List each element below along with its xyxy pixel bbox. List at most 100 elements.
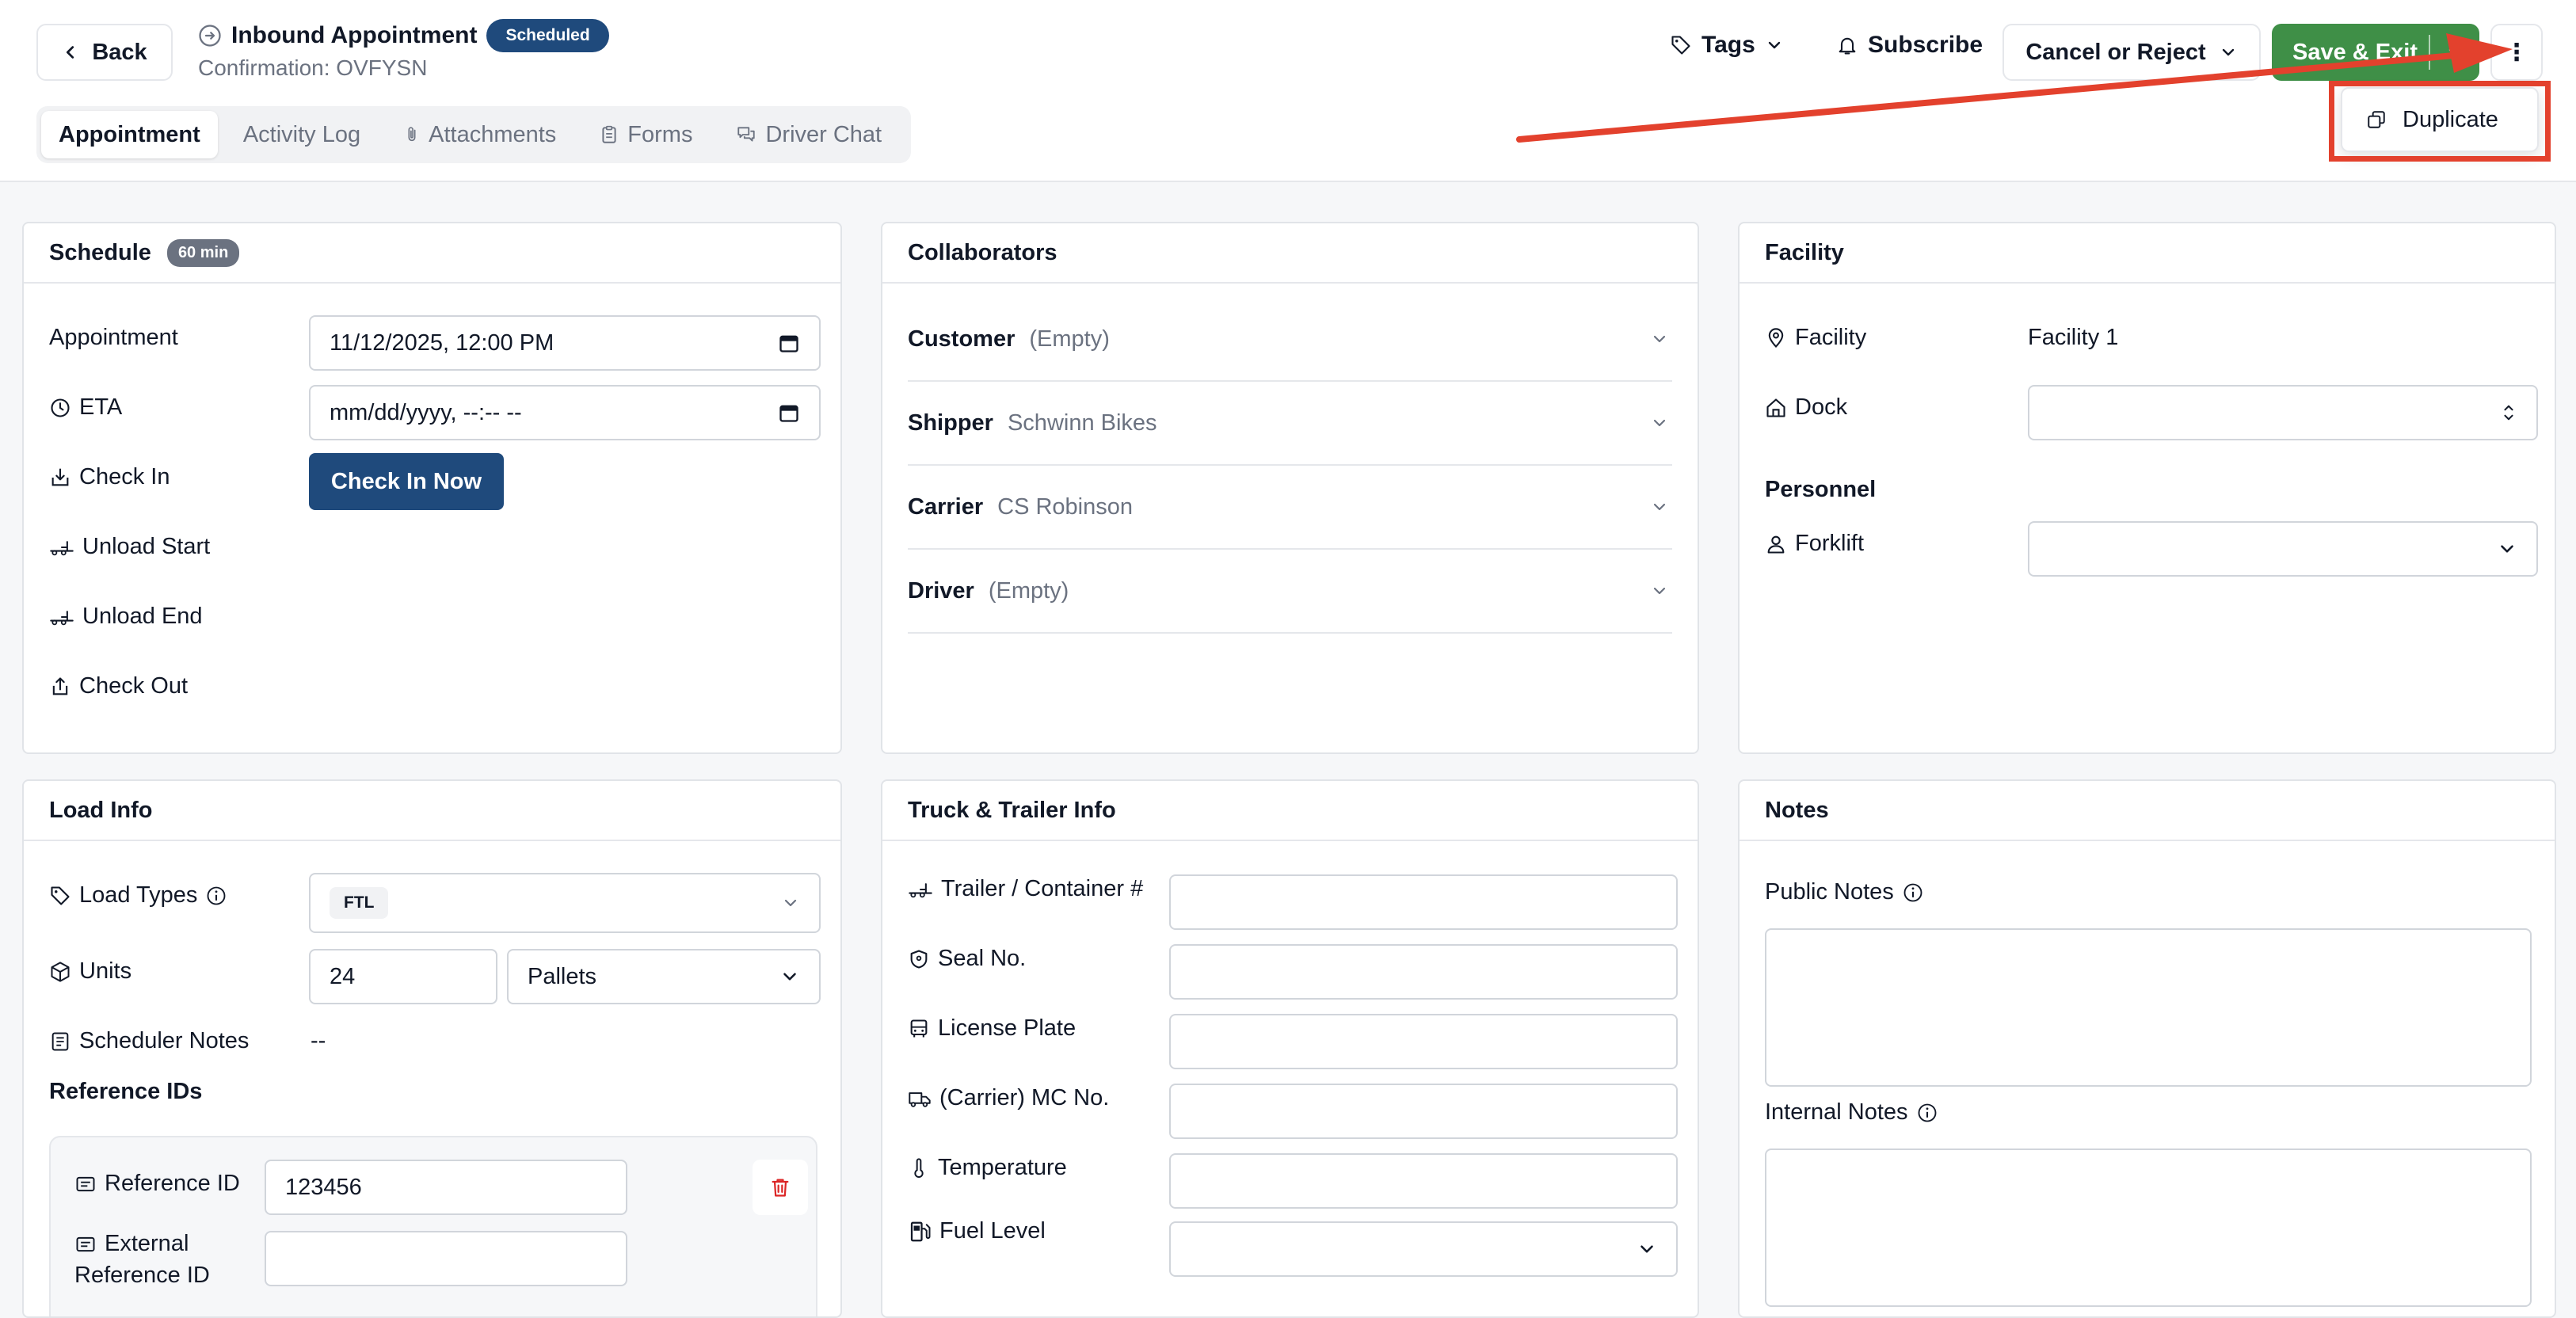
bell-icon [1839, 37, 1856, 55]
fuel-label: Fuel Level [939, 1218, 1046, 1244]
external-reference-row-line2: Reference ID [74, 1263, 210, 1289]
unload-start-label: Unload Start [82, 534, 211, 559]
check-in-now-button[interactable]: Check In Now [309, 453, 504, 510]
collaborator-driver-row[interactable]: Driver (Empty) [908, 550, 1672, 634]
forklift-select[interactable] [2028, 521, 2538, 577]
external-reference-input[interactable] [265, 1231, 627, 1286]
trailer-container-input[interactable] [1169, 874, 1678, 930]
seal-number-input[interactable] [1169, 944, 1678, 1000]
eta-datetime-input[interactable]: mm/dd/yyyy, --:-- -- [309, 385, 821, 440]
tags-dropdown[interactable]: Tags [1670, 32, 1784, 59]
checkin-row: Check In [49, 464, 170, 490]
load-types-label: Load Types [79, 882, 198, 908]
subscribe-button[interactable]: Subscribe [1836, 32, 1983, 59]
forklift-icon [909, 882, 932, 897]
tab-appointment[interactable]: Appointment [41, 111, 218, 158]
collaborator-carrier-row[interactable]: Carrier CS Robinson [908, 466, 1672, 550]
delete-reference-button[interactable] [753, 1160, 808, 1215]
tab-forms[interactable]: Forms [581, 111, 710, 158]
facility-value: Facility 1 [2028, 325, 2118, 351]
units-value: 24 [330, 963, 356, 989]
appointment-datetime-input[interactable]: 11/12/2025, 12:00 PM [309, 315, 821, 371]
checkout-label: Check Out [79, 673, 188, 699]
subscribe-label: Subscribe [1868, 32, 1983, 58]
appointment-label: Appointment [49, 325, 178, 350]
back-button[interactable]: Back [36, 24, 173, 81]
seal-row: Seal No. [908, 946, 1026, 972]
public-notes-textarea[interactable] [1765, 928, 2532, 1087]
facility-value-text: Facility 1 [2028, 325, 2119, 350]
units-type-value: Pallets [528, 963, 597, 989]
reference-id-row: Reference ID [74, 1171, 240, 1197]
page-title-row: Inbound Appointment Scheduled [198, 19, 609, 52]
collaborator-value: (Empty) [1029, 326, 1110, 352]
id-card-icon [76, 1236, 95, 1251]
public-notes-label: Public Notes [1765, 879, 1894, 905]
temperature-label: Temperature [938, 1155, 1067, 1180]
download-box-icon [51, 467, 69, 486]
tag-icon [51, 886, 70, 905]
reference-id-input[interactable]: 123456 [265, 1160, 627, 1215]
trailer-label: Trailer / Container # [941, 876, 1144, 901]
chevron-down-icon [1653, 503, 1666, 511]
eta-row: ETA [49, 394, 122, 421]
scheduler-notes-text: -- [311, 1028, 326, 1053]
scheduler-notes-label: Scheduler Notes [79, 1028, 250, 1053]
tab-activity-log[interactable]: Activity Log [226, 111, 378, 158]
units-type-select[interactable]: Pallets [507, 949, 821, 1004]
duplicate-menu-item[interactable]: Duplicate [2341, 87, 2539, 152]
tab-label: Driver Chat [765, 121, 882, 147]
save-and-exit-button[interactable]: Save & Exit [2272, 24, 2479, 81]
load-type-chip: FTL [330, 887, 389, 919]
load-types-select[interactable]: FTL [309, 873, 821, 933]
external-reference-row: External [74, 1231, 189, 1257]
info-icon[interactable] [1916, 1102, 1938, 1124]
collaborators-header: Collaborators [882, 223, 1698, 284]
temperature-row: Temperature [908, 1155, 1067, 1181]
reference-ids-heading: Reference IDs [49, 1079, 203, 1104]
license-row: License Plate [908, 1015, 1076, 1042]
carrier-mc-input[interactable] [1169, 1084, 1678, 1139]
reference-id-value: 123456 [285, 1174, 362, 1200]
load-info-header: Load Info [24, 781, 840, 841]
box-icon [51, 961, 70, 982]
collaborator-customer-row[interactable]: Customer (Empty) [908, 298, 1672, 382]
more-options-button[interactable]: ⋮ [2490, 24, 2543, 81]
truck-trailer-header: Truck & Trailer Info [882, 781, 1698, 841]
home-icon [1766, 398, 1785, 417]
temperature-input[interactable] [1169, 1153, 1678, 1209]
internal-notes-textarea[interactable] [1765, 1148, 2532, 1307]
schedule-header: Schedule 60 min [24, 223, 840, 284]
appointment-row: Appointment [49, 325, 178, 351]
info-icon[interactable] [205, 885, 227, 907]
license-plate-input[interactable] [1169, 1014, 1678, 1069]
chevron-down-icon [2501, 545, 2513, 553]
dock-select[interactable] [2028, 385, 2538, 440]
chevron-down-icon [1653, 419, 1666, 427]
save-options-toggle[interactable] [2430, 43, 2479, 62]
cancel-or-reject-button[interactable]: Cancel or Reject [2002, 24, 2261, 81]
tab-label: Appointment [59, 121, 200, 147]
fuel-level-select[interactable] [1169, 1221, 1678, 1277]
forklift-icon [50, 610, 74, 625]
more-vertical-icon: ⋮ [2505, 39, 2528, 66]
facility-title: Facility [1765, 239, 1844, 265]
fuel-pump-icon [910, 1221, 931, 1241]
tab-attachments[interactable]: Attachments [386, 111, 574, 158]
id-card-icon [76, 1176, 95, 1191]
notes-list-icon [51, 1032, 69, 1050]
info-icon[interactable] [1902, 882, 1924, 904]
units-row: Units [49, 958, 131, 985]
collaborator-label: Customer [908, 326, 1016, 352]
units-quantity-input[interactable]: 24 [309, 949, 497, 1004]
back-label: Back [92, 39, 147, 65]
internal-notes-label: Internal Notes [1765, 1099, 1908, 1125]
thermometer-icon [914, 1157, 924, 1178]
duration-badge: 60 min [166, 238, 240, 267]
collaborators-title: Collaborators [908, 239, 1057, 265]
shield-icon [910, 949, 928, 969]
collaborator-shipper-row[interactable]: Shipper Schwinn Bikes [908, 382, 1672, 466]
bus-icon [910, 1019, 928, 1037]
tab-bar: Appointment Activity Log Attachments For… [36, 106, 911, 163]
tab-driver-chat[interactable]: Driver Chat [718, 111, 899, 158]
